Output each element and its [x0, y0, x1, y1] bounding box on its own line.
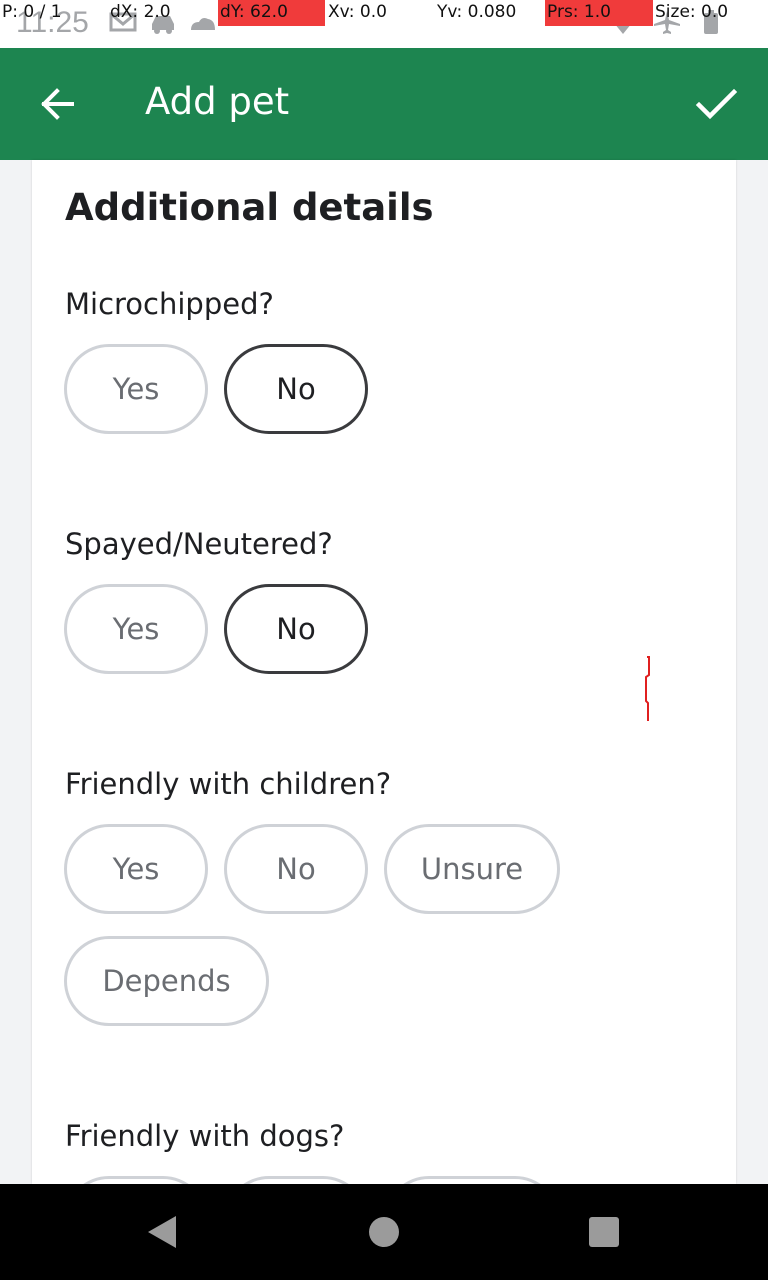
debug-pressure: Prs: 1.0: [545, 0, 653, 26]
children-yes-chip[interactable]: Yes: [64, 824, 208, 914]
question-spayed-neutered: Spayed/Neutered?: [65, 527, 333, 561]
debug-dx: dX: 2.0: [110, 2, 171, 22]
question-microchipped: Microchipped?: [65, 287, 274, 321]
spayed-yes-chip[interactable]: Yes: [64, 584, 208, 674]
debug-dy: dY: 62.0: [218, 0, 325, 26]
additional-details-card: Additional details Microchipped? Yes No …: [32, 160, 736, 1266]
circle-home-icon[interactable]: [369, 1217, 399, 1247]
arrow-left-icon: [41, 88, 74, 120]
pointer-debug-overlay: P: 0 / 1 dX: 2.0 dY: 62.0 Xv: 0.0 Yv: 0.…: [0, 0, 768, 26]
square-recents-icon[interactable]: [589, 1217, 619, 1247]
debug-xv: Xv: 0.0: [328, 2, 387, 22]
back-button[interactable]: [28, 72, 88, 132]
app-bar: Add pet: [0, 48, 768, 160]
status-bar: 11:25 P: 0 / 1 dX: 2.0 dY: 62.0 Xv: 0.0 …: [0, 0, 768, 48]
debug-pointer: P: 0 / 1: [2, 2, 62, 22]
check-icon: [695, 88, 738, 120]
triangle-back-icon[interactable]: [146, 1215, 178, 1249]
children-depends-chip[interactable]: Depends: [64, 936, 269, 1026]
children-no-chip[interactable]: No: [224, 824, 368, 914]
children-unsure-chip[interactable]: Unsure: [384, 824, 560, 914]
touch-trace: [645, 656, 650, 721]
question-friendly-children: Friendly with children?: [65, 767, 392, 801]
section-title: Additional details: [65, 186, 434, 229]
microchipped-yes-chip[interactable]: Yes: [64, 344, 208, 434]
spayed-no-chip[interactable]: No: [224, 584, 368, 674]
debug-size: Size: 0.0: [655, 2, 729, 22]
microchipped-no-chip[interactable]: No: [224, 344, 368, 434]
debug-yv: Yv: 0.080: [437, 2, 517, 22]
question-friendly-dogs: Friendly with dogs?: [65, 1119, 345, 1153]
page-title: Add pet: [145, 80, 290, 123]
save-button[interactable]: [686, 72, 746, 132]
